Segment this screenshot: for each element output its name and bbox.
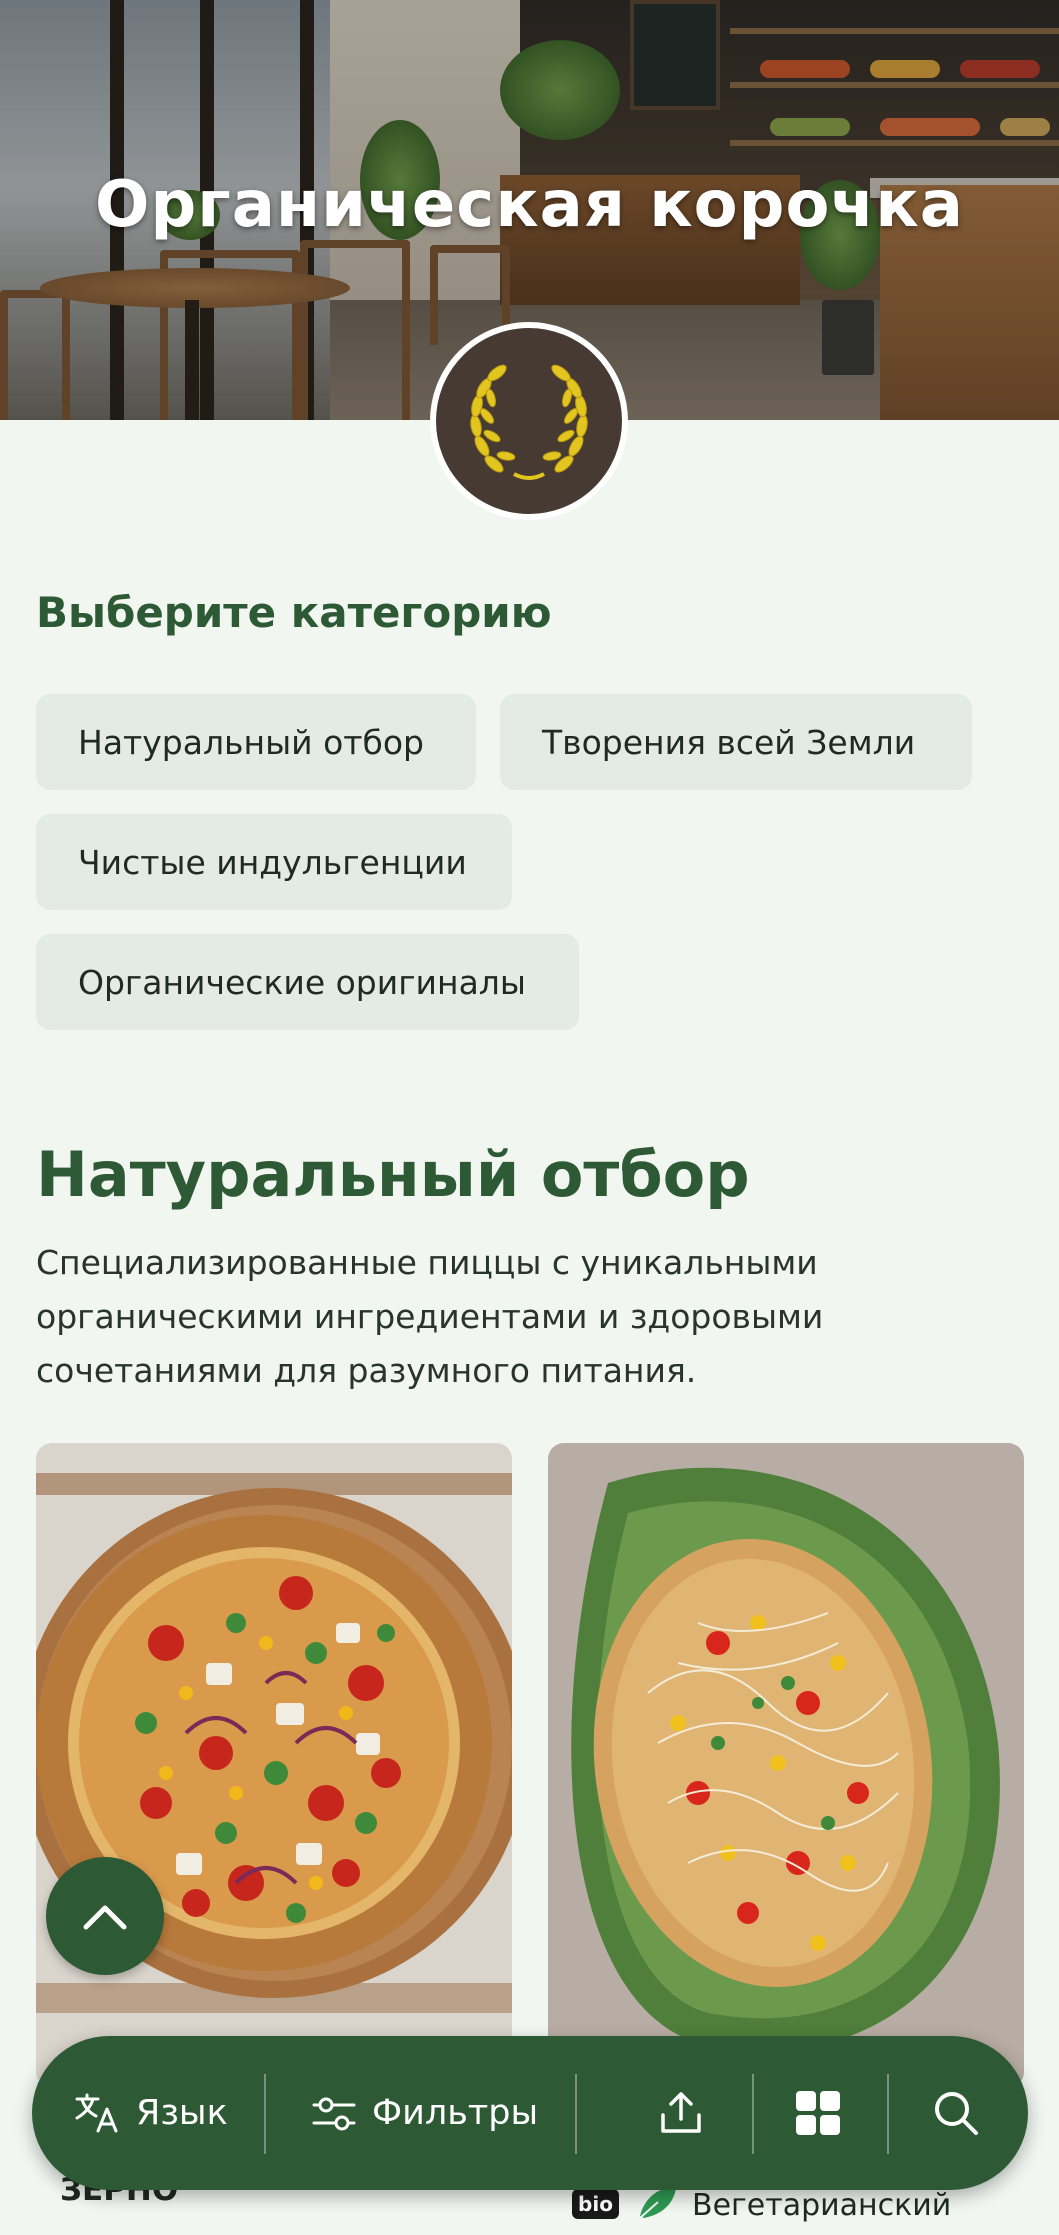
chevron-up-icon xyxy=(83,1905,127,1930)
share-icon xyxy=(661,2092,701,2133)
search-icon xyxy=(935,2092,978,2135)
diet-label: Вегетарианский xyxy=(692,2188,952,2223)
category-chip-originals[interactable]: Органические оригиналы xyxy=(36,934,579,1030)
language-button[interactable]: Язык xyxy=(74,2036,228,2190)
grid-icon xyxy=(796,2091,840,2135)
category-chip-label: Натуральный отбор xyxy=(78,722,424,762)
share-button[interactable] xyxy=(657,2036,705,2190)
product-card[interactable] xyxy=(36,1443,512,2088)
section-title: Натуральный отбор xyxy=(36,1138,750,1211)
category-chip-indulgences[interactable]: Чистые индульгенции xyxy=(36,814,512,910)
bio-badge: bio xyxy=(572,2189,619,2219)
pizza-image xyxy=(548,1443,1024,2088)
category-chip-natural[interactable]: Натуральный отбор xyxy=(36,694,476,790)
wheat-wreath-icon xyxy=(470,364,588,480)
bottom-toolbar: Язык Фильтры xyxy=(32,2036,1028,2190)
section-description: Специализированные пиццы с уникальными о… xyxy=(36,1243,824,1390)
translate-icon xyxy=(75,2093,118,2133)
category-heading: Выберите категорию xyxy=(36,588,552,637)
brand-logo xyxy=(430,322,628,520)
category-chip-label: Чистые индульгенции xyxy=(78,842,467,882)
scroll-top-button[interactable] xyxy=(46,1857,164,1975)
product-card[interactable] xyxy=(548,1443,1024,2088)
pizza-image xyxy=(36,1443,512,2088)
search-button[interactable] xyxy=(932,2036,980,2190)
category-chip-label: Органические оригиналы xyxy=(78,962,526,1002)
filters-label: Фильтры xyxy=(372,2093,539,2133)
filters-button[interactable]: Фильтры xyxy=(310,2036,538,2190)
sliders-icon xyxy=(312,2097,356,2131)
grid-view-button[interactable] xyxy=(794,2036,842,2190)
category-chip-label: Творения всей Земли xyxy=(542,722,916,762)
page-title: Органическая корочка xyxy=(95,168,964,242)
language-label: Язык xyxy=(136,2093,228,2133)
category-chip-earth[interactable]: Творения всей Земли xyxy=(500,694,972,790)
